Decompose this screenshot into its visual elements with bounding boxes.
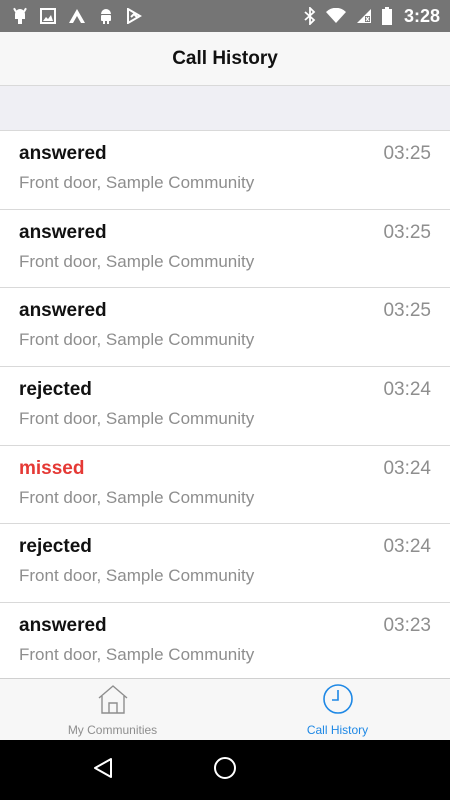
call-location: Front door, Sample Community (19, 566, 255, 586)
back-button[interactable] (83, 750, 123, 790)
call-time: 03:25 (383, 300, 431, 322)
system-nav-bar (0, 740, 450, 800)
page-title: Call History (172, 47, 278, 69)
image-icon (40, 8, 56, 24)
android-icon (98, 7, 114, 25)
home-icon (96, 683, 130, 720)
call-history-item[interactable]: answered 03:25 Front door, Sample Commun… (0, 210, 450, 289)
android-debug-icon (12, 7, 28, 25)
call-history-item[interactable]: rejected 03:24 Front door, Sample Commun… (0, 367, 450, 446)
call-status: answered (19, 300, 107, 322)
status-bar: 3:28 (0, 0, 450, 32)
call-time: 03:24 (383, 457, 431, 479)
bluetooth-icon (304, 7, 316, 25)
status-time: 3:28 (403, 5, 440, 26)
call-status: rejected (19, 379, 92, 401)
app-icon (68, 8, 86, 24)
list-header-band (0, 86, 450, 131)
call-time: 03:24 (383, 536, 431, 558)
call-status: answered (19, 143, 107, 164)
call-status: rejected (19, 536, 92, 558)
call-time: 03:25 (383, 221, 431, 243)
call-location: Front door, Sample Community (19, 409, 255, 429)
call-status-missed: missed (19, 457, 85, 479)
status-bar-notifications (12, 7, 142, 25)
call-status: answered (19, 221, 107, 243)
call-history-item[interactable]: rejected 03:24 Front door, Sample Commun… (0, 524, 450, 604)
tab-label: My Communities (67, 723, 158, 737)
clock-icon (321, 683, 355, 720)
call-history-item[interactable]: answered 03:25 Front door, Sample Commun… (0, 288, 450, 368)
call-location: Front door, Sample Community (19, 330, 255, 350)
home-button[interactable] (205, 750, 245, 790)
call-time: 03:25 (383, 143, 431, 164)
tab-call-history[interactable]: Call History (225, 679, 450, 740)
call-location: Front door, Sample Community (19, 173, 255, 192)
status-bar-system: 3:28 (304, 6, 440, 27)
wifi-icon (325, 8, 346, 24)
back-icon (91, 756, 115, 785)
bottom-tab-bar: My Communities Call History (0, 678, 450, 740)
call-time: 03:24 (383, 379, 431, 401)
call-history-item[interactable]: answered 03:23 Front door, Sample Commun… (0, 603, 450, 678)
call-status: answered (19, 615, 107, 637)
battery-icon (381, 7, 392, 25)
play-store-icon (126, 8, 142, 24)
call-history-item[interactable]: answered 03:25 Front door, Sample Commun… (0, 131, 450, 210)
call-location: Front door, Sample Community (19, 487, 255, 507)
home-circle-icon (213, 756, 237, 785)
call-history-list[interactable]: answered 03:25 Front door, Sample Commun… (0, 131, 450, 678)
tab-my-communities[interactable]: My Communities (0, 679, 225, 740)
no-sim-icon (356, 8, 372, 24)
call-time: 03:23 (383, 615, 431, 637)
tab-label: Call History (306, 723, 369, 737)
call-location: Front door, Sample Community (19, 645, 255, 665)
call-history-item[interactable]: missed 03:24 Front door, Sample Communit… (0, 446, 450, 525)
app-header: Call History (0, 32, 450, 86)
call-location: Front door, Sample Community (19, 251, 255, 271)
